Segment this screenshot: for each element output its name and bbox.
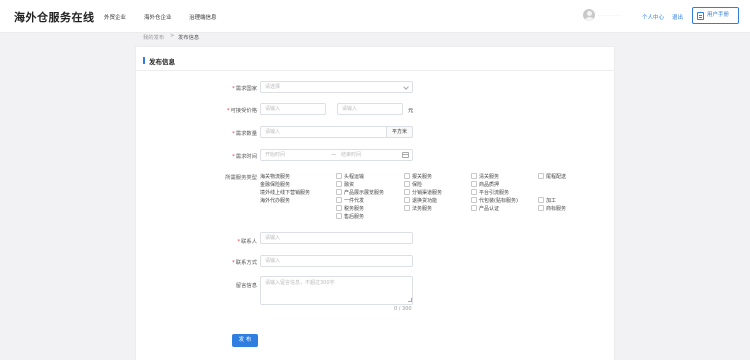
service-checkbox[interactable] bbox=[404, 173, 410, 179]
service-option[interactable]: 产品认证 bbox=[479, 205, 499, 212]
service-checkbox[interactable] bbox=[471, 173, 477, 179]
message-placeholder: 请输入留言信息，不超过300字 bbox=[265, 280, 335, 286]
quantity-unit: 平方米 bbox=[386, 126, 413, 138]
service-option[interactable]: 售后服务 bbox=[344, 213, 364, 220]
publish-button[interactable]: 发 布 bbox=[232, 334, 258, 347]
breadcrumb-parent[interactable]: 我的发布 bbox=[143, 33, 164, 41]
service-option[interactable]: 金融保险服务 bbox=[260, 181, 290, 188]
breadcrumb-separator: > bbox=[170, 33, 175, 39]
price-max-placeholder: 请输入 bbox=[342, 106, 358, 112]
service-option[interactable]: 退换货功能 bbox=[412, 197, 437, 204]
service-option[interactable]: 法务服务 bbox=[412, 205, 432, 212]
start-time-placeholder: 开始时间 bbox=[265, 152, 286, 158]
phone-placeholder: 请输入 bbox=[265, 258, 281, 264]
service-option[interactable]: 海关物流服务 bbox=[260, 173, 290, 180]
service-checkbox[interactable] bbox=[336, 197, 342, 203]
service-checkbox[interactable] bbox=[471, 181, 477, 187]
service-option[interactable]: 分销渠道服务 bbox=[412, 189, 442, 196]
service-checkbox[interactable] bbox=[404, 189, 410, 195]
user-manual-label: 用户手册 bbox=[707, 12, 730, 18]
nav-overseas-warehouse[interactable]: 海外仓企业 bbox=[144, 13, 172, 21]
logout-link[interactable]: 退出 bbox=[672, 13, 683, 21]
range-separator: — bbox=[331, 152, 336, 158]
service-checkbox[interactable] bbox=[471, 205, 477, 211]
service-checkbox[interactable] bbox=[404, 197, 410, 203]
service-option[interactable]: 加工 bbox=[546, 197, 556, 204]
service-checkbox[interactable] bbox=[336, 213, 342, 219]
service-option[interactable]: 商品质押 bbox=[479, 181, 499, 188]
service-option[interactable]: 融资 bbox=[344, 181, 354, 188]
service-checkbox[interactable] bbox=[336, 189, 342, 195]
end-time-placeholder: 结束时间 bbox=[341, 152, 362, 158]
service-type-label: 所需服务类型 bbox=[225, 175, 257, 181]
service-option[interactable]: 海外代办服务 bbox=[260, 197, 290, 204]
country-placeholder: 请选择 bbox=[265, 84, 281, 90]
service-option[interactable]: 一件代发 bbox=[344, 197, 364, 204]
service-checkbox[interactable] bbox=[404, 181, 410, 187]
country-label: *需求国家 bbox=[232, 86, 257, 92]
contact-input[interactable] bbox=[260, 232, 413, 244]
service-checkbox[interactable] bbox=[336, 173, 342, 179]
service-option[interactable]: 清关服务 bbox=[479, 173, 499, 180]
service-checkbox[interactable] bbox=[538, 197, 544, 203]
service-checkbox[interactable] bbox=[471, 189, 477, 195]
service-checkbox[interactable] bbox=[404, 205, 410, 211]
quantity-label: *需求数量 bbox=[232, 131, 257, 137]
price-min-placeholder: 请输入 bbox=[265, 106, 281, 112]
message-label: 留言信息 bbox=[235, 283, 257, 289]
service-option[interactable]: 商标服务 bbox=[546, 205, 566, 212]
service-option[interactable]: 产品展示展览服务 bbox=[344, 189, 384, 196]
service-option[interactable]: 境外线上线下营销服务 bbox=[260, 189, 310, 196]
user-center-link[interactable]: 个人中心 bbox=[642, 13, 664, 21]
book-icon bbox=[697, 11, 704, 20]
price-label: *可接受价格 bbox=[226, 108, 257, 114]
service-option[interactable]: 税务服务 bbox=[344, 205, 364, 212]
service-option[interactable]: 尾程配送 bbox=[546, 173, 566, 180]
avatar[interactable] bbox=[583, 9, 595, 21]
nav-foreign-trade[interactable]: 外贸企业 bbox=[104, 13, 126, 21]
price-unit: 元 bbox=[408, 108, 414, 114]
nav-governance[interactable]: 治理端信息 bbox=[189, 13, 217, 21]
service-option[interactable]: 代包装(贴标服务) bbox=[479, 197, 518, 204]
service-option[interactable]: 报关服务 bbox=[412, 173, 432, 180]
country-select[interactable] bbox=[260, 81, 413, 93]
breadcrumb-current: 发布信息 bbox=[178, 35, 200, 41]
card-title: 发布信息 bbox=[149, 58, 175, 66]
service-checkbox[interactable] bbox=[538, 205, 544, 211]
username: ········· bbox=[598, 13, 622, 19]
char-counter: 0 / 300 bbox=[394, 306, 412, 312]
site-logo[interactable]: 海外仓服务在线 bbox=[14, 9, 95, 25]
service-checkbox[interactable] bbox=[336, 181, 342, 187]
contact-label: *联系人 bbox=[237, 239, 257, 245]
calendar-icon bbox=[402, 152, 409, 158]
contact-placeholder: 请输入 bbox=[265, 235, 281, 241]
service-option[interactable]: 保险 bbox=[412, 181, 422, 188]
phone-input[interactable] bbox=[260, 255, 413, 267]
user-manual-button[interactable]: 用户手册 bbox=[692, 7, 739, 24]
phone-label: *联系方式 bbox=[232, 260, 257, 266]
time-label: *需求时间 bbox=[232, 154, 257, 160]
service-checkbox[interactable] bbox=[336, 205, 342, 211]
service-option[interactable]: 平台引流服务 bbox=[479, 189, 509, 196]
quantity-placeholder: 请输入 bbox=[265, 129, 281, 135]
card-divider bbox=[135, 70, 615, 71]
service-option[interactable]: 头程运输 bbox=[344, 173, 364, 180]
service-checkbox[interactable] bbox=[471, 197, 477, 203]
resize-handle-icon[interactable] bbox=[408, 298, 412, 302]
publish-form-card bbox=[135, 46, 615, 360]
service-checkbox[interactable] bbox=[538, 173, 544, 179]
title-accent-bar bbox=[143, 57, 145, 64]
